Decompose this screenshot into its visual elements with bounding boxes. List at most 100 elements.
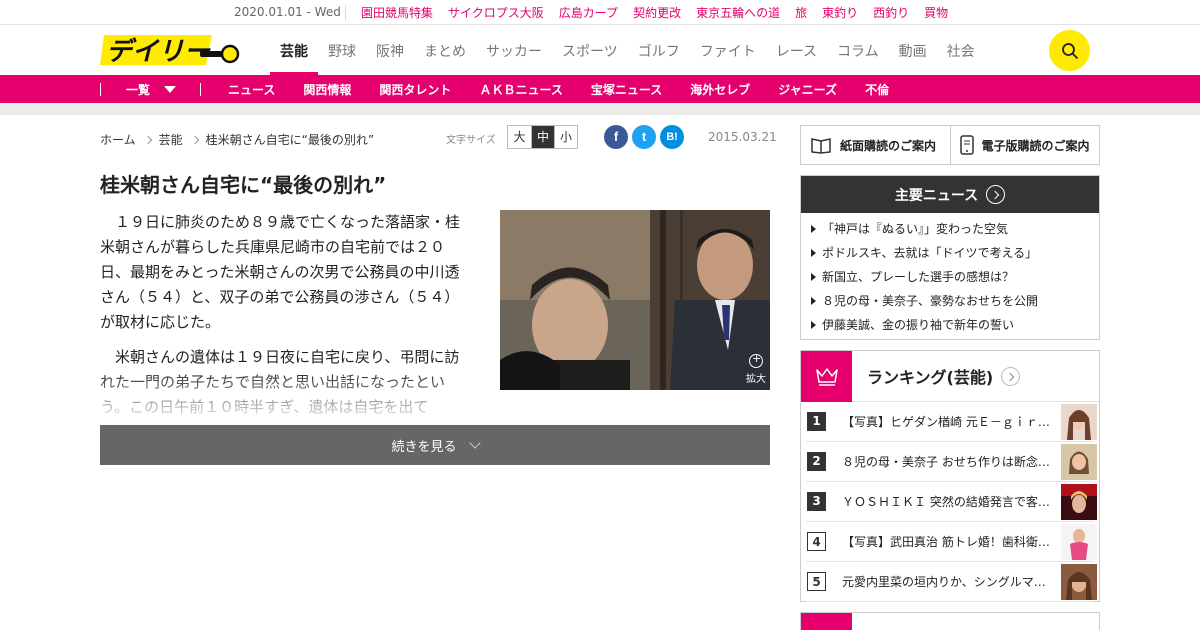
newspaper-icon	[811, 138, 831, 154]
bullet-triangle-icon	[811, 321, 816, 329]
bullet-triangle-icon	[811, 273, 816, 281]
article-photo[interactable]	[500, 210, 770, 390]
bullet-triangle-icon	[811, 297, 816, 305]
rank-number: 3	[807, 492, 826, 511]
nav-item-golf[interactable]: ゴルフ	[628, 25, 690, 75]
breadcrumb-category[interactable]: 芸能	[159, 131, 183, 148]
sub-nav-link[interactable]: ＡＫＢニュース	[479, 81, 562, 98]
sub-nav-link[interactable]: 関西タレント	[379, 81, 451, 98]
digital-subscription-link[interactable]: 電子版購読のご案内	[949, 126, 1100, 164]
nav-item-column[interactable]: コラム	[827, 25, 889, 75]
top-link[interactable]: 園田競馬特集	[361, 4, 433, 21]
font-size-small-button[interactable]: 小	[554, 126, 577, 148]
top-link[interactable]: 広島カープ	[559, 4, 618, 21]
nav-item-fight[interactable]: ファイト	[690, 25, 766, 75]
ranking-row[interactable]: 4 【写真】武田真治 筋トレ婚！歯科衛…	[806, 522, 1097, 562]
ranking-row[interactable]: 5 元愛内里菜の垣内りか、シングルマザ…	[806, 562, 1097, 602]
ranking-title: ランキング(芸能)	[867, 368, 994, 387]
chevron-down-icon	[468, 436, 481, 449]
nav-item-entertainment[interactable]: 芸能	[270, 25, 318, 75]
smartphone-icon	[959, 135, 974, 155]
hatena-bookmark-icon[interactable]: B!	[660, 125, 684, 149]
top-link[interactable]: 東京五輪への道	[696, 4, 780, 21]
daily-logo[interactable]: デイリー	[100, 33, 240, 67]
top-link[interactable]: 契約更改	[633, 4, 681, 21]
nav-item-baseball[interactable]: 野球	[318, 25, 366, 75]
top-strip: 2020.01.01 - Wed 園田競馬特集 サイクロプス大阪 広島カープ 契…	[0, 0, 1200, 25]
divider	[345, 5, 346, 20]
sub-nav-link[interactable]: 不倫	[865, 81, 889, 98]
news-headline: 「神戸は『ぬるい』」変わった空気	[822, 222, 1009, 236]
nav-item-matome[interactable]: まとめ	[414, 25, 476, 75]
main-news-title: 主要ニュース	[894, 187, 979, 204]
sub-nav-links: ニュース 関西情報 関西タレント ＡＫＢニュース 宝塚ニュース 海外セレブ ジャ…	[228, 81, 889, 98]
ranking-headline: 【写真】武田真治 筋トレ婚！歯科衛…	[842, 535, 1050, 549]
main-news-box: 主要ニュース 「神戸は『ぬるい』」変わった空気 ポドルスキ、去就は「ドイツで考え…	[800, 175, 1100, 340]
nav-item-sports[interactable]: スポーツ	[552, 25, 628, 75]
top-link[interactable]: サイクロプス大阪	[448, 4, 544, 21]
nav-item-soccer[interactable]: サッカー	[476, 25, 552, 75]
main-news-header[interactable]: 主要ニュース	[801, 176, 1099, 213]
read-more-button[interactable]: 続きを見る	[100, 425, 770, 465]
list-item[interactable]: 新国立、プレーした選手の感想は？	[811, 265, 1099, 289]
arrow-right-circle-icon	[1001, 366, 1021, 386]
ranking-row[interactable]: 1 【写真】ヒゲダン楢崎 元Ｅ－ｇｉｒｌｓ	[806, 402, 1097, 442]
publish-date: 2015.03.21	[708, 130, 777, 144]
list-item[interactable]: ポドルスキ、去就は「ドイツで考える」	[811, 241, 1099, 265]
list-item[interactable]: 「神戸は『ぬるい』」変わった空気	[811, 217, 1099, 241]
text-fade	[100, 370, 480, 420]
breadcrumb-current: 桂米朝さん自宅に“最後の別れ”	[205, 133, 375, 147]
chevron-right-icon	[190, 135, 199, 144]
ranking-row[interactable]: 2 ８児の母・美奈子 おせち作りは断念…	[806, 442, 1097, 482]
ranking-row[interactable]: 3 ＹＯＳＨＩＫＩ 突然の結婚発言で客…	[806, 482, 1097, 522]
chevron-right-icon	[143, 135, 152, 144]
zoom-label: 拡大	[746, 374, 766, 385]
nav-item-society[interactable]: 社会	[937, 25, 985, 75]
twitter-share-icon[interactable]: t	[632, 125, 656, 149]
list-item[interactable]: ８児の母・美奈子、豪勢なおせちを公開	[811, 289, 1099, 313]
facebook-share-icon[interactable]: f	[604, 125, 628, 149]
subscription-links: 紙面購読のご案内 電子版購読のご案内	[800, 125, 1100, 165]
rank-number: 2	[807, 452, 826, 471]
ranking-thumbnail	[1061, 484, 1097, 520]
ranking-header[interactable]: ランキング(芸能)	[801, 350, 1099, 402]
bullet-triangle-icon	[811, 249, 816, 257]
dropdown-triangle-icon[interactable]	[164, 86, 176, 93]
sub-nav-link[interactable]: ニュース	[228, 81, 275, 98]
font-size-large-button[interactable]: 大	[508, 126, 531, 148]
print-subscription-label: 紙面購読のご案内	[840, 138, 937, 153]
top-link[interactable]: 西釣り	[873, 4, 909, 21]
ranking-headline: 元愛内里菜の垣内りか、シングルマザ…	[842, 575, 1057, 589]
font-size-medium-button[interactable]: 中	[531, 126, 554, 148]
zoom-button[interactable]: 拡大	[742, 352, 770, 390]
logo-text: デイリー	[106, 37, 211, 67]
ranking-thumbnail	[1061, 564, 1097, 600]
search-icon	[1061, 42, 1078, 59]
breadcrumb-home[interactable]: ホーム	[100, 131, 136, 148]
digital-subscription-label: 電子版購読のご案内	[981, 138, 1090, 153]
news-headline: ８児の母・美奈子、豪勢なおせちを公開	[822, 294, 1039, 308]
top-link[interactable]: 買物	[924, 4, 948, 21]
search-button[interactable]	[1049, 30, 1090, 71]
bullet-triangle-icon	[811, 225, 816, 233]
top-link[interactable]: 旅	[795, 4, 807, 21]
list-item[interactable]: 伊藤美誠、金の振り袖で新年の誓い	[811, 313, 1099, 337]
sub-nav-link[interactable]: 関西情報	[303, 81, 351, 98]
sub-nav-link[interactable]: 海外セレブ	[690, 81, 750, 98]
ranking-thumbnail	[1061, 444, 1097, 480]
gray-band	[0, 103, 1200, 115]
rank-number: 5	[807, 572, 826, 591]
rank-number: 1	[807, 412, 826, 431]
top-link[interactable]: 東釣り	[822, 4, 858, 21]
zoom-in-icon	[749, 352, 763, 368]
nav-item-race[interactable]: レース	[766, 25, 827, 75]
sub-nav-link[interactable]: 宝塚ニュース	[591, 81, 662, 98]
print-subscription-link[interactable]: 紙面購読のご案内	[801, 126, 950, 164]
nav-item-video[interactable]: 動画	[889, 25, 937, 75]
photo-image	[500, 210, 770, 390]
next-ranking-box	[800, 612, 1100, 630]
article-title: 桂米朝さん自宅に“最後の別れ”	[100, 173, 387, 197]
nav-item-hanshin[interactable]: 阪神	[366, 25, 414, 75]
category-list-toggle[interactable]: 一覧	[126, 81, 150, 98]
sub-nav-link[interactable]: ジャニーズ	[778, 81, 837, 98]
